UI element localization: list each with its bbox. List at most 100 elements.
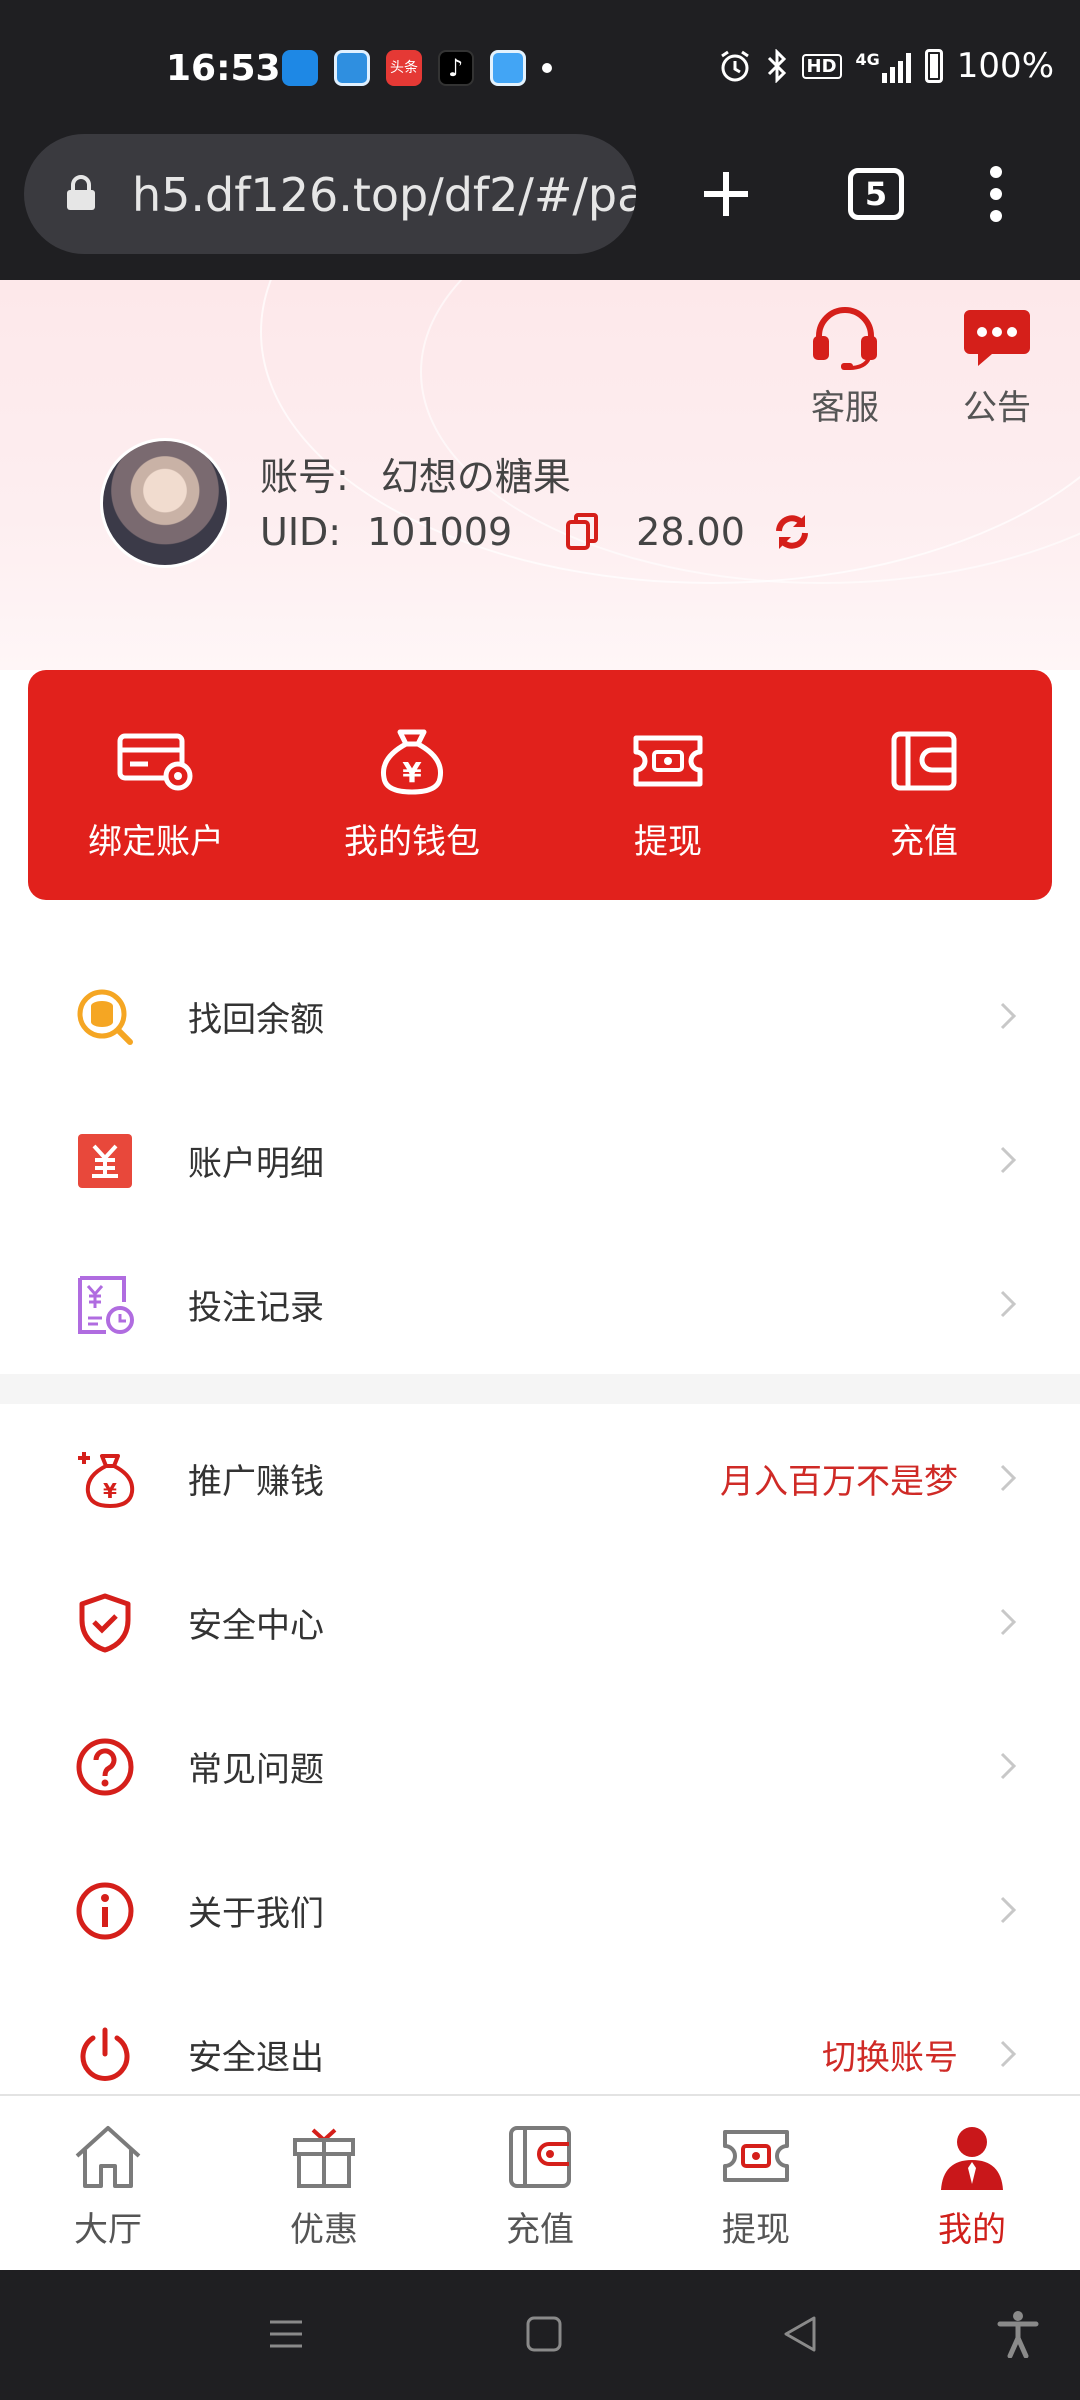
withdraw-icon: [633, 735, 703, 787]
menu-label: 投注记录: [188, 1288, 324, 1328]
bottom-navigation: 大厅 优惠 充值 提现 我的: [0, 2094, 1080, 2270]
lock-icon: [67, 175, 95, 210]
nav-label: 大厅: [74, 2210, 142, 2250]
home-icon: [75, 2126, 141, 2188]
bind-account-button[interactable]: 绑定账户: [28, 670, 284, 900]
menu-item-bet-records[interactable]: 投注记录: [0, 1230, 1080, 1374]
menu-label: 账户明细: [188, 1144, 324, 1184]
app-icon: [490, 50, 526, 86]
chevron-right-icon: [1000, 1752, 1017, 1780]
nav-label: 我的: [938, 2210, 1006, 2250]
more-menu-icon[interactable]: [986, 164, 1006, 224]
nav-tab-mine[interactable]: 我的: [864, 2096, 1080, 2270]
status-time: 16:53: [166, 48, 281, 89]
chevron-right-icon: [1000, 1146, 1017, 1174]
withdraw-icon: [723, 2130, 789, 2182]
coin-search-icon: [77, 989, 133, 1045]
nav-tab-lobby[interactable]: 大厅: [0, 2096, 216, 2270]
tab-switcher-button[interactable]: 5: [848, 168, 904, 220]
chevron-right-icon: [1000, 2040, 1017, 2068]
balance-amount: 28.00: [636, 510, 745, 554]
gift-icon: [293, 2128, 355, 2188]
system-navigation-bar: [0, 2270, 1080, 2400]
qq-icon: [334, 50, 370, 86]
browser-toolbar: h5.df126.top/df2/#/pa 5: [0, 132, 1080, 280]
address-bar[interactable]: h5.df126.top/df2/#/pa: [24, 134, 636, 254]
section-divider: [0, 1374, 1080, 1404]
alarm-icon: [720, 50, 749, 82]
nav-tab-promotions[interactable]: 优惠: [216, 2096, 432, 2270]
bind-card-icon: [117, 733, 193, 791]
chevron-right-icon: [1000, 1608, 1017, 1636]
menu-item-recover-balance[interactable]: 找回余额: [0, 942, 1080, 1086]
shield-icon: [79, 1593, 131, 1653]
promote-money-icon: ¥: [78, 1452, 135, 1509]
menu-item-faq[interactable]: 常见问题: [0, 1692, 1080, 1836]
svg-text:¥: ¥: [103, 1479, 117, 1503]
account-name: 幻想の糖果: [380, 455, 571, 499]
hd-badge: HD: [801, 53, 842, 79]
status-right: HD 4G 100%: [718, 46, 1054, 86]
menu-label: 关于我们: [188, 1894, 324, 1934]
menu-label: 推广赚钱: [188, 1462, 324, 1502]
yen-ledger-icon: [78, 1134, 132, 1188]
my-wallet-button[interactable]: ¥ 我的钱包: [284, 670, 540, 900]
headset-icon: [813, 307, 877, 370]
battery-icon: [924, 49, 943, 83]
menu-item-about-us[interactable]: 关于我们: [0, 1836, 1080, 1980]
uid-line: UID: 101009 28.00: [260, 510, 813, 554]
more-notifications-dot: [542, 63, 552, 73]
network-type: 4G: [855, 49, 880, 69]
url-text: h5.df126.top/df2/#/pa: [132, 168, 636, 222]
switch-account-link[interactable]: 切换账号: [822, 2030, 958, 2079]
avatar[interactable]: [100, 438, 230, 568]
nav-label: 充值: [506, 2210, 574, 2250]
chevron-right-icon: [1000, 1896, 1017, 1924]
back-icon[interactable]: [780, 2314, 820, 2354]
recent-apps-icon[interactable]: [266, 2314, 306, 2354]
nav-label: 优惠: [290, 2210, 358, 2250]
status-bar: 16:53 头条 HD 4G 100%: [0, 0, 1080, 132]
chevron-right-icon: [1000, 1002, 1017, 1030]
menu-item-security-center[interactable]: 安全中心: [0, 1548, 1080, 1692]
withdraw-button[interactable]: 提现: [540, 670, 796, 900]
menu-item-account-details[interactable]: 账户明细: [0, 1086, 1080, 1230]
recharge-button[interactable]: 充值: [796, 670, 1052, 900]
quick-actions-panel: 绑定账户 ¥ 我的钱包 提现 充值: [28, 670, 1052, 900]
message-icon: [964, 310, 1030, 366]
app-icon: [282, 50, 318, 86]
toutiao-icon: 头条: [386, 50, 422, 86]
money-bag-icon: ¥: [380, 729, 444, 795]
tiktok-icon: [438, 50, 474, 86]
bind-account-label: 绑定账户: [88, 822, 224, 862]
user-icon: [941, 2127, 1003, 2190]
bluetooth-icon: [767, 49, 786, 83]
chevron-right-icon: [1000, 1290, 1017, 1318]
nav-tab-recharge[interactable]: 充值: [432, 2096, 648, 2270]
question-icon: [76, 1738, 134, 1796]
menu-label: 安全中心: [188, 1606, 324, 1646]
power-icon: [80, 2027, 130, 2081]
home-button-icon[interactable]: [524, 2314, 564, 2354]
uid-value: 101009: [367, 510, 513, 554]
withdraw-label: 提现: [634, 822, 702, 862]
battery-level: 100%: [956, 46, 1054, 86]
signal-icon: 4G: [856, 50, 911, 83]
promo-slogan: 月入百万不是梦: [720, 1462, 958, 1502]
announcement-label: 公告: [963, 388, 1031, 428]
accessibility-icon[interactable]: [996, 2310, 1040, 2358]
bet-record-icon: [78, 1276, 134, 1334]
new-tab-icon[interactable]: [700, 168, 752, 220]
account-line: 账号: 幻想の糖果: [260, 446, 571, 501]
announcement-button[interactable]: 公告: [942, 306, 1052, 429]
account-label: 账号:: [260, 455, 349, 499]
profile-header: 客服 公告 账号: 幻想の糖果 UID: 101009 28.00: [0, 280, 1080, 670]
nav-tab-withdraw[interactable]: 提现: [648, 2096, 864, 2270]
customer-service-button[interactable]: 客服: [790, 306, 900, 429]
refresh-icon[interactable]: [771, 511, 813, 553]
menu-item-promote-earn[interactable]: ¥ 推广赚钱 月入百万不是梦: [0, 1404, 1080, 1548]
menu-label: 安全退出: [188, 2038, 324, 2078]
info-icon: [76, 1882, 134, 1940]
uid-label: UID:: [260, 510, 342, 554]
copy-icon[interactable]: [564, 512, 600, 552]
